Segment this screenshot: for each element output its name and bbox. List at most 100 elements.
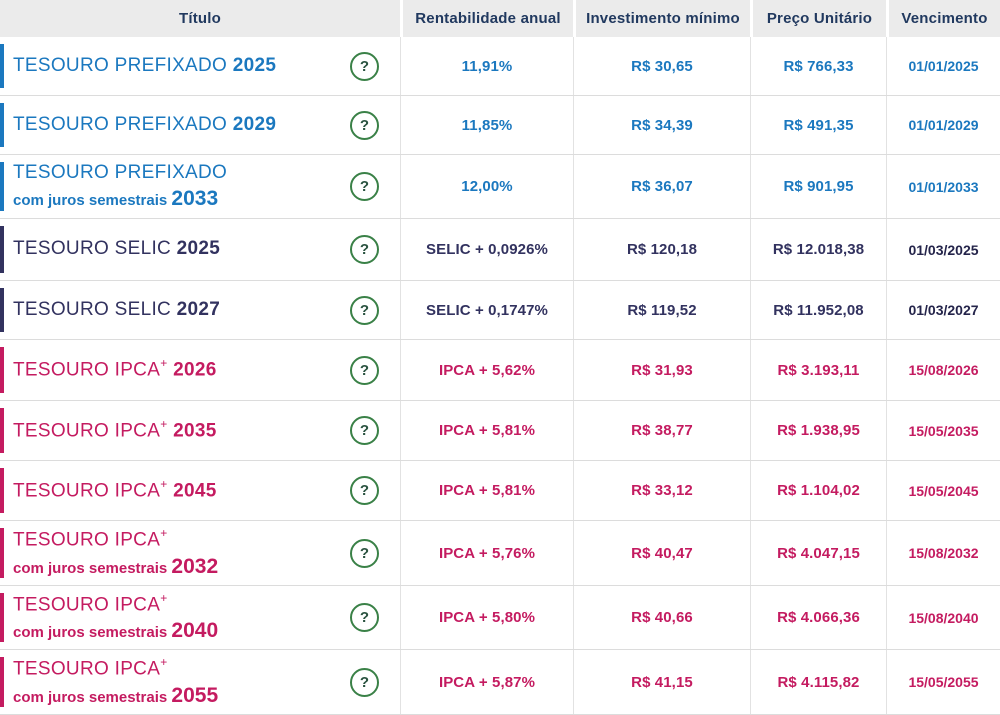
maturity-date: 15/05/2055 — [908, 674, 979, 690]
unit-price-cell: R$ 12.018,38 — [750, 219, 886, 280]
rate-cell: 11,85% — [400, 96, 573, 154]
bond-title-cell: TESOURO PREFIXADO com juros semestrais 2… — [0, 155, 400, 218]
help-icon[interactable]: ? — [350, 295, 379, 325]
bond-subtitle: com juros semestrais — [13, 624, 168, 642]
min-investment-cell: R$ 40,47 — [573, 521, 750, 585]
bond-row[interactable]: TESOURO PREFIXADO com juros semestrais 2… — [0, 155, 1000, 219]
unit-price-value: R$ 4.066,36 — [777, 609, 860, 626]
rate-cell: 11,91% — [400, 37, 573, 95]
min-investment-cell: R$ 38,77 — [573, 401, 750, 460]
superscript-plus-icon: + — [160, 356, 168, 371]
bond-title: TESOURO IPCA+ com juros semestrais 2040 — [13, 591, 218, 642]
unit-price-value: R$ 491,35 — [783, 116, 854, 134]
bond-row[interactable]: TESOURO IPCA+ 2026 ? IPCA + 5,62% R$ 31,… — [0, 340, 1000, 401]
unit-price-value: R$ 11.952,08 — [773, 301, 864, 319]
superscript-plus-icon: + — [160, 526, 168, 541]
bond-title-cell: TESOURO IPCA+ 2035 ? — [0, 401, 400, 460]
bond-title: TESOURO IPCA+ com juros semestrais 2055 — [13, 656, 219, 707]
bond-row[interactable]: TESOURO SELIC 2027 ? SELIC + 0,1747% R$ … — [0, 281, 1000, 340]
unit-price-value: R$ 12.018,38 — [772, 241, 865, 258]
help-icon[interactable]: ? — [350, 476, 379, 505]
help-icon[interactable]: ? — [350, 235, 379, 264]
bond-row[interactable]: TESOURO IPCA+ 2035 ? IPCA + 5,81% R$ 38,… — [0, 401, 1000, 461]
maturity-date: 01/01/2029 — [908, 117, 979, 133]
annual-rate-value: 12,00% — [461, 178, 513, 195]
row-accent-bar — [0, 288, 4, 332]
rate-cell: IPCA + 5,81% — [400, 461, 573, 520]
bond-name: TESOURO IPCA — [13, 594, 161, 616]
help-icon[interactable]: ? — [350, 110, 379, 140]
annual-rate-value: IPCA + 5,81% — [438, 482, 536, 499]
bond-title-cell: TESOURO IPCA+ com juros semestrais 2032 … — [0, 521, 400, 585]
bond-subtitle: com juros semestrais — [13, 191, 168, 209]
bond-title: TESOURO SELIC 2027 — [13, 298, 220, 321]
bond-year: 2055 — [171, 683, 219, 707]
unit-price-value: R$ 3.193,11 — [777, 361, 860, 379]
maturity-cell: 01/03/2027 — [886, 281, 1000, 339]
help-icon[interactable]: ? — [350, 538, 379, 568]
min-investment-value: R$ 31,93 — [631, 361, 693, 379]
min-investment-value: R$ 120,18 — [626, 241, 698, 258]
maturity-cell: 15/05/2055 — [886, 650, 1000, 714]
min-investment-value: R$ 30,65 — [631, 57, 693, 75]
bond-year: 2026 — [173, 359, 217, 381]
bond-title-line1: TESOURO IPCA+ 2045 — [13, 477, 217, 502]
bond-row[interactable]: TESOURO PREFIXADO 2029 ? 11,85% R$ 34,39… — [0, 96, 1000, 155]
maturity-date: 01/03/2027 — [908, 302, 979, 318]
bond-year: 2025 — [232, 54, 277, 76]
bond-row[interactable]: TESOURO IPCA+ com juros semestrais 2055 … — [0, 650, 1000, 715]
table-body: TESOURO PREFIXADO 2025 ? 11,91% R$ 30,65… — [0, 37, 1000, 715]
bond-title-cell: TESOURO IPCA+ com juros semestrais 2055 … — [0, 650, 400, 714]
bond-row[interactable]: TESOURO PREFIXADO 2025 ? 11,91% R$ 30,65… — [0, 37, 1000, 96]
bond-subtitle: com juros semestrais — [13, 688, 168, 706]
min-investment-cell: R$ 119,52 — [573, 281, 750, 339]
min-investment-cell: R$ 40,66 — [573, 586, 750, 649]
superscript-plus-icon: + — [160, 416, 168, 431]
help-icon[interactable]: ? — [350, 355, 379, 385]
min-investment-cell: R$ 30,65 — [573, 37, 750, 95]
help-icon[interactable]: ? — [350, 416, 379, 445]
unit-price-cell: R$ 11.952,08 — [750, 281, 886, 339]
bond-name: TESOURO PREFIXADO — [13, 162, 228, 183]
bond-title: TESOURO PREFIXADO 2029 — [13, 114, 276, 136]
bond-row[interactable]: TESOURO SELIC 2025 ? SELIC + 0,0926% R$ … — [0, 219, 1000, 281]
unit-price-cell: R$ 1.104,02 — [750, 461, 886, 520]
row-accent-bar — [0, 162, 4, 211]
bond-name: TESOURO PREFIXADO — [13, 54, 228, 76]
help-icon[interactable]: ? — [350, 51, 379, 81]
bond-title-cell: TESOURO IPCA+ 2026 ? — [0, 340, 400, 400]
unit-price-cell: R$ 3.193,11 — [750, 340, 886, 400]
table-header-row: Título Rentabilidade anual Investimento … — [0, 0, 1000, 37]
rate-cell: IPCA + 5,80% — [400, 586, 573, 649]
help-icon[interactable]: ? — [350, 667, 379, 697]
maturity-date: 15/05/2045 — [908, 482, 979, 499]
bond-name: TESOURO SELIC — [13, 298, 172, 320]
header-vencimento: Vencimento — [886, 0, 1000, 37]
header-titulo: Título — [178, 10, 222, 27]
bond-row[interactable]: TESOURO IPCA+ com juros semestrais 2032 … — [0, 521, 1000, 586]
annual-rate-value: IPCA + 5,87% — [438, 673, 536, 691]
bond-title-line1: TESOURO PREFIXADO 2025 — [13, 54, 277, 77]
maturity-cell: 15/08/2026 — [886, 340, 1000, 400]
bond-title-cell: TESOURO PREFIXADO 2025 ? — [0, 37, 400, 95]
row-accent-bar — [0, 347, 4, 393]
help-icon[interactable]: ? — [350, 172, 379, 201]
header-rentabilidade: Rentabilidade anual — [400, 0, 573, 37]
min-investment-value: R$ 41,15 — [631, 673, 693, 691]
help-icon[interactable]: ? — [350, 603, 379, 632]
unit-price-value: R$ 766,33 — [783, 57, 854, 75]
bond-title: TESOURO IPCA+ 2026 — [13, 356, 217, 381]
bond-title-line2: com juros semestrais 2040 — [13, 619, 218, 642]
bond-title: TESOURO SELIC 2025 — [13, 238, 220, 260]
min-investment-cell: R$ 33,12 — [573, 461, 750, 520]
annual-rate-value: IPCA + 5,62% — [438, 361, 536, 379]
bond-row[interactable]: TESOURO IPCA+ com juros semestrais 2040 … — [0, 586, 1000, 650]
unit-price-value: R$ 1.938,95 — [777, 422, 860, 439]
maturity-date: 15/08/2032 — [908, 545, 979, 561]
bond-row[interactable]: TESOURO IPCA+ 2045 ? IPCA + 5,81% R$ 33,… — [0, 461, 1000, 521]
min-investment-cell: R$ 31,93 — [573, 340, 750, 400]
unit-price-cell: R$ 901,95 — [750, 155, 886, 218]
unit-price-value: R$ 4.047,15 — [777, 544, 860, 562]
min-investment-value: R$ 119,52 — [627, 301, 697, 319]
unit-price-cell: R$ 4.047,15 — [750, 521, 886, 585]
